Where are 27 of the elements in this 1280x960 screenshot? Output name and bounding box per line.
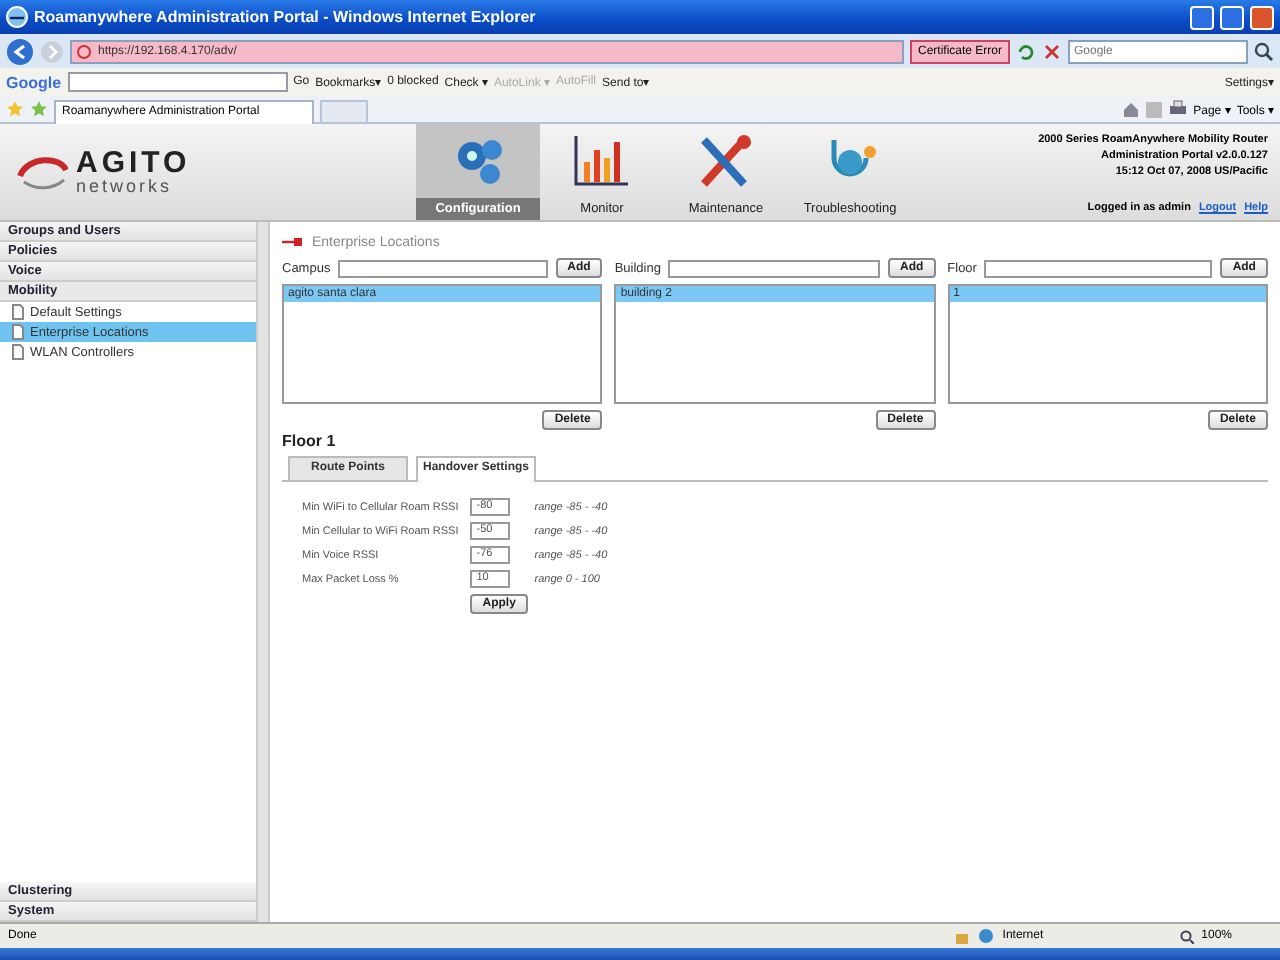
toolbar-search-field[interactable] xyxy=(67,72,288,92)
search-icon[interactable] xyxy=(1254,41,1274,61)
globe-icon xyxy=(978,928,995,944)
section-title: Floor 1 xyxy=(282,432,338,450)
add-favorite-icon[interactable] xyxy=(30,100,48,118)
input-field[interactable] xyxy=(984,259,1213,277)
logo-name: AGITO xyxy=(76,150,191,178)
pin-icon xyxy=(282,236,302,248)
home-icon[interactable] xyxy=(1121,100,1140,118)
stop-icon[interactable] xyxy=(1042,41,1062,61)
refresh-icon[interactable] xyxy=(1016,41,1036,61)
zoom-icon[interactable] xyxy=(1179,929,1194,943)
toolbar-logo: Google xyxy=(6,73,62,91)
browser-icon xyxy=(6,6,28,28)
swoosh-logo-icon xyxy=(16,152,68,192)
print-icon[interactable] xyxy=(1167,100,1188,118)
input-field[interactable] xyxy=(338,259,548,277)
logo-subtitle: networks xyxy=(76,177,175,194)
forward-icon[interactable] xyxy=(40,39,64,63)
input-field[interactable] xyxy=(668,259,880,277)
maximize-button[interactable] xyxy=(1220,5,1244,29)
back-icon[interactable] xyxy=(6,37,34,65)
minimize-button[interactable] xyxy=(1190,5,1214,29)
star-icon[interactable] xyxy=(6,100,24,118)
new-tab-button[interactable] xyxy=(320,99,368,123)
close-button[interactable] xyxy=(1250,5,1274,29)
window-title: Roamanywhere Administration Portal - Windows Internet Explorer xyxy=(34,8,538,26)
